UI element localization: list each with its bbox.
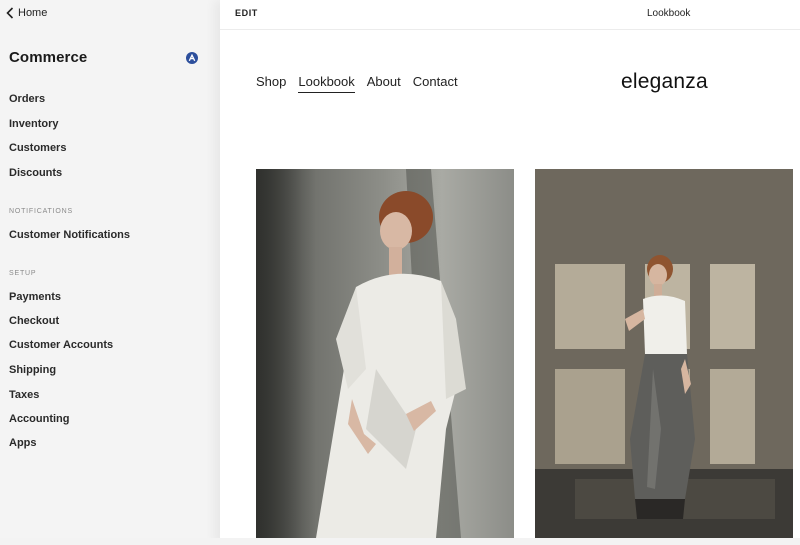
sidebar-item-accounting[interactable]: Accounting — [9, 413, 70, 425]
sidebar-item-customers[interactable]: Customers — [9, 142, 66, 154]
back-home-label: Home — [18, 7, 48, 19]
chevron-left-icon — [6, 7, 14, 19]
setup-group-label: SETUP — [9, 270, 37, 277]
sidebar-item-inventory[interactable]: Inventory — [9, 118, 59, 130]
sidebar-item-checkout[interactable]: Checkout — [9, 315, 59, 327]
sidebar-item-taxes[interactable]: Taxes — [9, 389, 39, 401]
notifications-group-label: NOTIFICATIONS — [9, 208, 73, 215]
sidebar-item-discounts[interactable]: Discounts — [9, 167, 62, 179]
sidebar-item-shipping[interactable]: Shipping — [9, 364, 56, 376]
back-home-link[interactable]: Home — [6, 5, 47, 21]
site-nav-contact[interactable]: Contact — [413, 74, 458, 93]
sidebar-item-orders[interactable]: Orders — [9, 93, 45, 105]
sidebar-item-customer-accounts[interactable]: Customer Accounts — [9, 339, 113, 351]
sidebar-title: Commerce — [9, 49, 88, 66]
site-preview: EDIT Lookbook Shop Lookbook About Contac… — [220, 0, 800, 545]
commerce-sidebar: Home Commerce Orders Inventory Customers… — [0, 0, 220, 545]
bottom-strip — [0, 538, 800, 545]
site-nav-lookbook[interactable]: Lookbook — [298, 74, 355, 93]
preview-topbar: EDIT Lookbook — [220, 0, 800, 30]
sidebar-item-payments[interactable]: Payments — [9, 291, 61, 303]
edit-button[interactable]: EDIT — [235, 8, 258, 18]
lookbook-photo-1[interactable] — [256, 169, 514, 538]
sidebar-item-customer-notifications[interactable]: Customer Notifications — [9, 229, 130, 241]
sidebar-item-apps[interactable]: Apps — [9, 437, 37, 449]
site-logo[interactable]: eleganza — [621, 70, 708, 94]
squarespace-badge-icon — [186, 52, 198, 64]
site-navigation: Shop Lookbook About Contact — [256, 74, 458, 93]
site-nav-shop[interactable]: Shop — [256, 74, 286, 93]
lookbook-photo-2[interactable] — [535, 169, 793, 538]
current-page-name: Lookbook — [647, 8, 691, 19]
site-nav-about[interactable]: About — [367, 74, 401, 93]
